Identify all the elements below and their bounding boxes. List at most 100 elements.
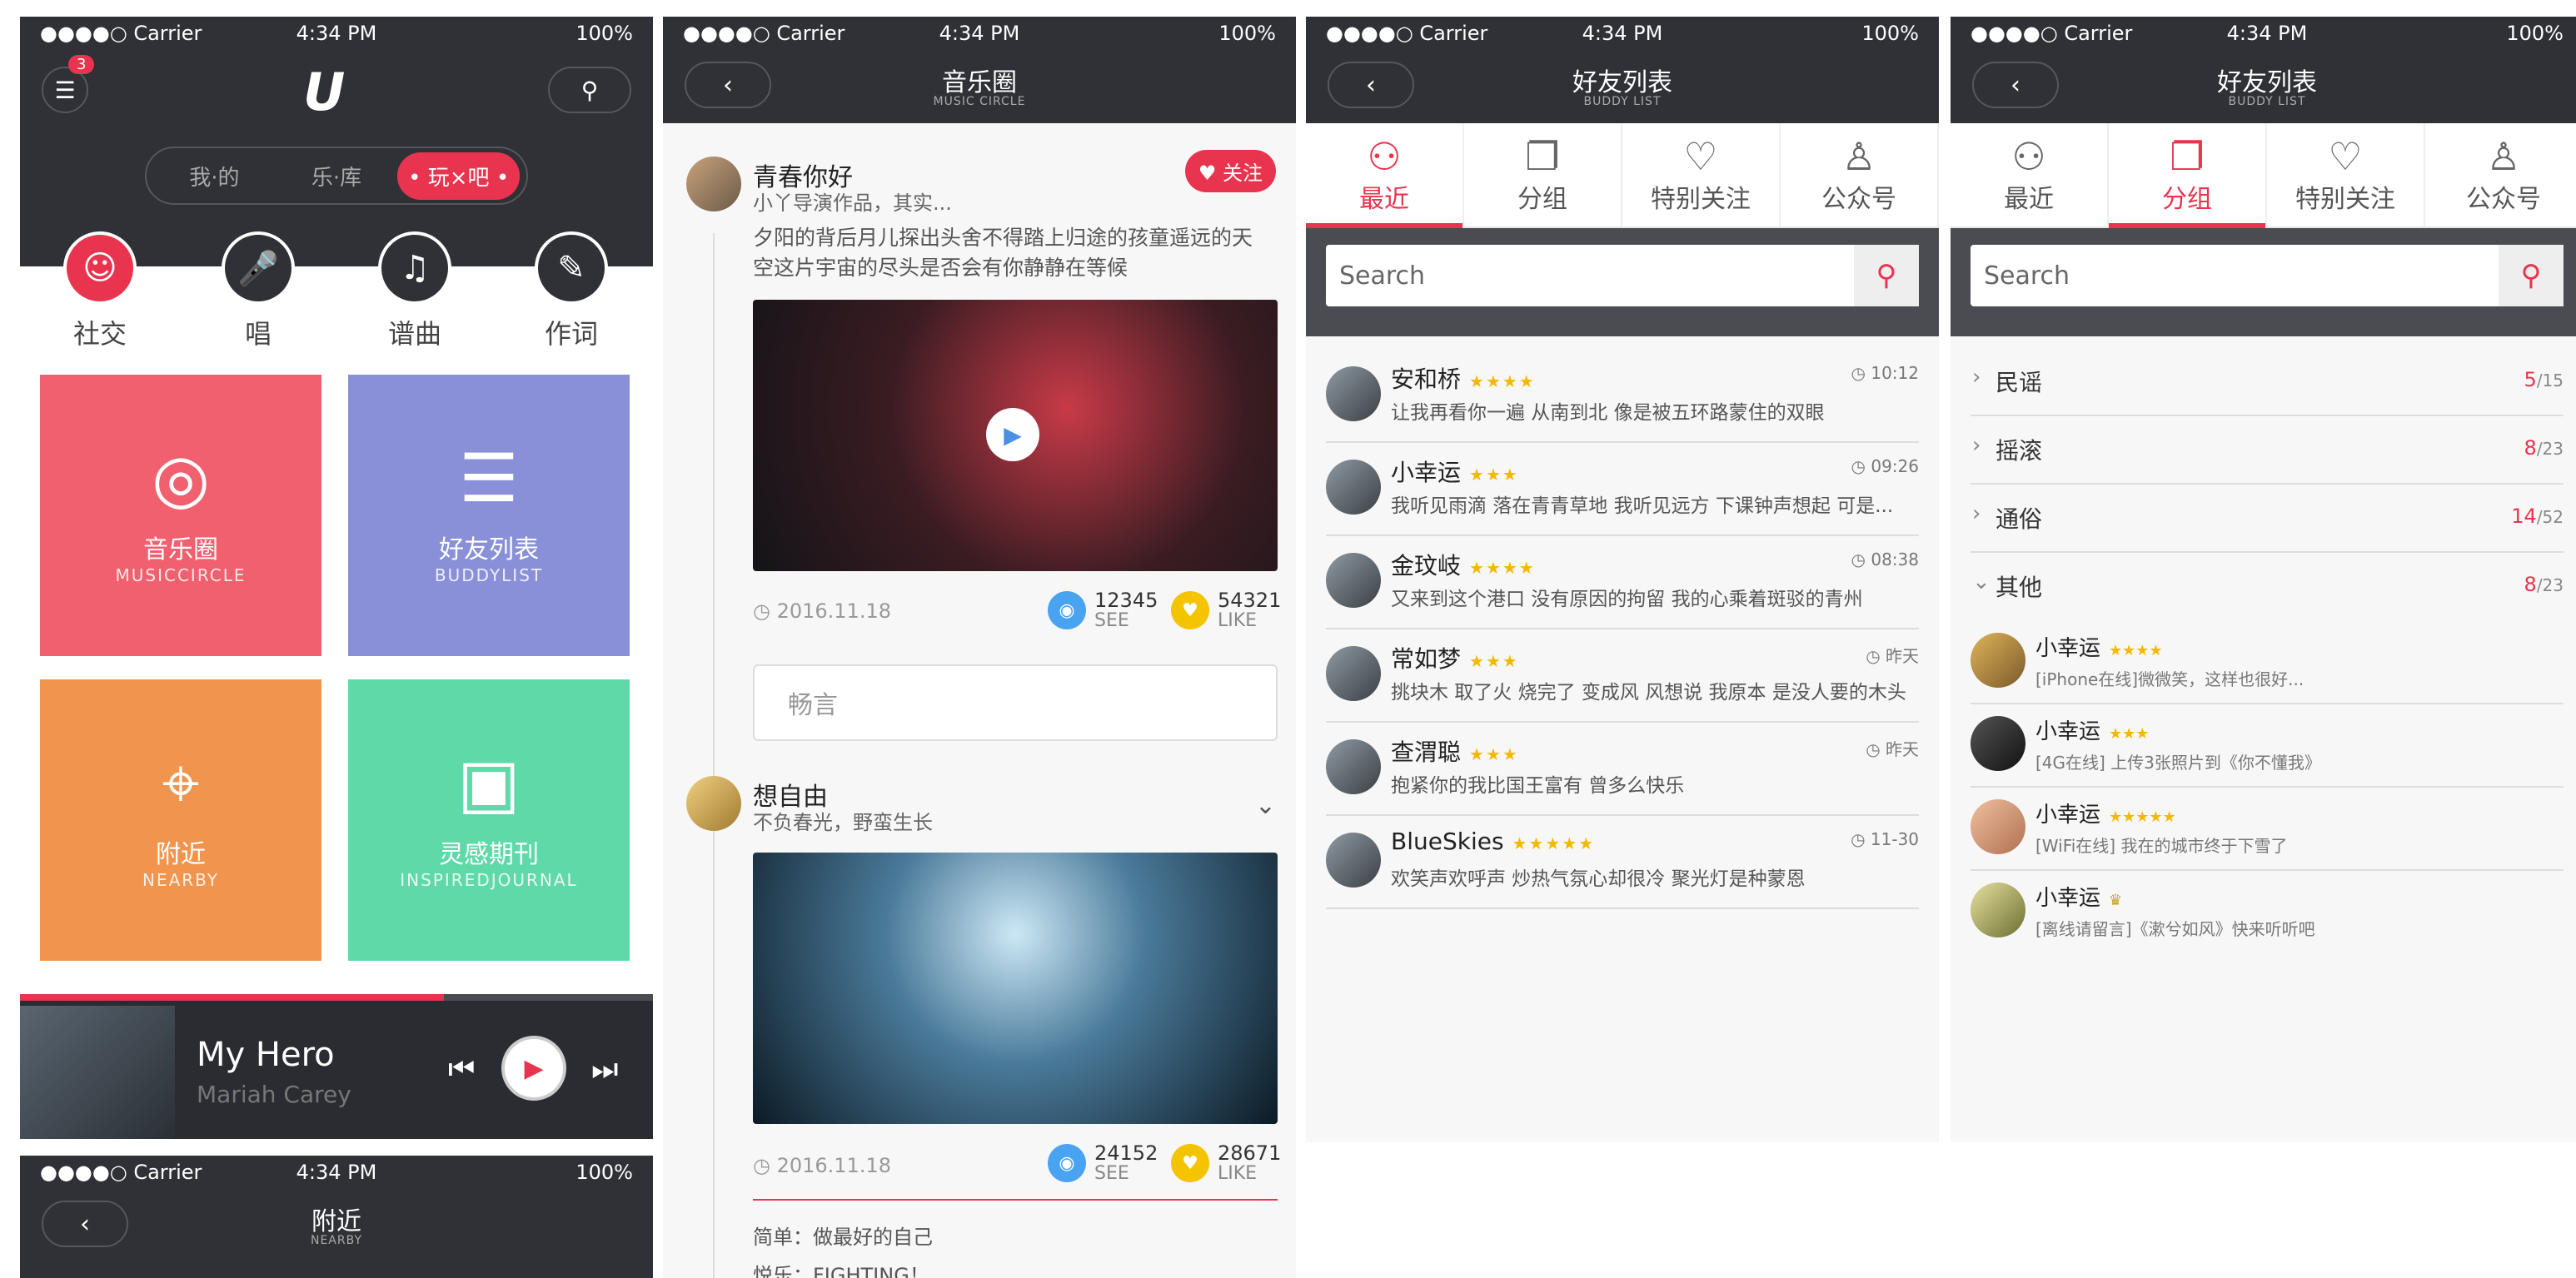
tab-official[interactable]: ♙ 公众号 (2425, 123, 2576, 226)
next-button[interactable]: ⏭ (591, 1052, 618, 1087)
chevron-down-icon[interactable]: ⌄ (1255, 791, 1276, 820)
search-submit-button[interactable]: ⚲ (1854, 245, 1919, 306)
piano-icon: ♫ (378, 231, 451, 305)
next-icon: ⏭ (591, 1052, 619, 1087)
status-bar: ●●●●○ Carrier 4:34 PM 100% (1306, 17, 1939, 50)
comment-input[interactable]: 畅言 (753, 664, 1278, 741)
tab-label: 分组 (2162, 185, 2212, 214)
category-lyrics[interactable]: ✎ 作词 (530, 231, 613, 351)
category-sing[interactable]: 🎤 唱 (217, 231, 300, 351)
category-compose[interactable]: ♫ 谱曲 (373, 231, 456, 351)
app-logo: U (303, 62, 346, 122)
divider (753, 1199, 1278, 1201)
contact-row[interactable]: 安和桥 ★★★★ 让我再看你一遍 从南到北 像是被五环路蒙住的双眼 ◷ 10:12 (1326, 350, 1919, 443)
like-number: 28671 (1218, 1141, 1282, 1165)
mini-player: My Hero Mariah Carey ⏮ ▶ ⏭ (20, 1001, 653, 1139)
member-status: [离线请留言]《漱兮如风》快来听听吧 (2035, 919, 2315, 939)
microphone-icon: 🎤 (222, 231, 295, 305)
post-photo[interactable]: ▶ (753, 300, 1278, 571)
member-row[interactable]: 小幸运 ★★★★ [iPhone在线]微微笑，这样也很好... (1971, 621, 2564, 704)
total-count: /52 (2536, 507, 2564, 527)
tab-groups[interactable]: ❐ 分组 (1464, 123, 1622, 226)
tile-inspired-journal[interactable]: ▣ 灵感期刊 INSPIREDJOURNAL (348, 679, 630, 961)
tab-official[interactable]: ♙ 公众号 (1781, 123, 1939, 226)
contact-message: 又来到这个港口 没有原因的拘留 我的心乘着斑驳的青州 (1391, 589, 1863, 610)
tab-recent[interactable]: ⚇ 最近 (1306, 123, 1464, 228)
like-count[interactable]: ♥ 28671 LIKE (1171, 1142, 1281, 1184)
previous-button[interactable]: ⏮ (448, 1052, 475, 1087)
contact-row[interactable]: 查渭聪 ★★★ 抱紧你的我比国王富有 曾多么快乐 ◷ 昨天 (1326, 723, 1919, 816)
contact-row[interactable]: 常如梦 ★★★ 挑块木 取了火 烧完了 变成风 风想说 我原本 是没人要的木头 ◷… (1326, 629, 1919, 723)
follow-button[interactable]: ♥ 关注 (1184, 150, 1276, 192)
page-title: 附近 (311, 1207, 361, 1236)
album-cover[interactable] (20, 1006, 175, 1139)
category-social[interactable]: ☺ 社交 (58, 231, 142, 351)
post-photo[interactable] (753, 853, 1278, 1124)
avatar[interactable] (686, 776, 741, 831)
tab-bar: ⚇ 最近 ❐ 分组 ♡ 特别关注 ♙ 公众号 (1951, 123, 2576, 228)
segment-mine[interactable]: 我·的 (153, 161, 276, 191)
see-label: SEE (1094, 1163, 1129, 1184)
page-title: 好友列表 (2217, 68, 2317, 97)
song-title: My Hero (197, 1036, 335, 1074)
layers-icon: ❐ (2170, 134, 2205, 179)
member-row[interactable]: 小幸运 ♛ [离线请留言]《漱兮如风》快来听听吧 (1971, 871, 2564, 954)
tab-label: 分组 (1517, 185, 1567, 214)
contact-name: BlueSkies (1391, 828, 1504, 855)
segment-play[interactable]: • 玩×吧 • (397, 152, 521, 200)
date-text: 2016.11.18 (776, 599, 891, 623)
member-row[interactable]: 小幸运 ★★★ [4G在线] 上传3张照片到《你不懂我》 (1971, 704, 2564, 788)
post-text: 夕阳的背后月儿探出头舍不得踏上归途的孩童遥远的天空这片宇宙的尽头是否会有你静静在… (753, 226, 1253, 280)
segment-library[interactable]: 乐·库 (276, 161, 398, 191)
video-play-button[interactable]: ▶ (986, 408, 1039, 461)
group-name: 摇滚 (1996, 437, 2043, 465)
tab-label: 公众号 (2466, 185, 2541, 214)
search-input[interactable]: Search ⚲ (1971, 245, 2564, 306)
tile-nearby[interactable]: ⌖ 附近 NEARBY (40, 679, 321, 961)
like-heart-icon: ♥ (1171, 591, 1209, 629)
tab-label: 特别关注 (2295, 185, 2395, 214)
category-label: 谱曲 (387, 318, 441, 350)
see-count[interactable]: ◉ 12345 SEE (1048, 589, 1158, 631)
contact-row[interactable]: BlueSkies ★★★★★ 欢笑声欢呼声 炒热气氛心却很冷 聚光灯是种蒙恩 ◷… (1326, 816, 1919, 909)
status-bar: ●●●●○ Carrier 4:34 PM 100% (20, 17, 653, 50)
tile-buddy-list[interactable]: ☰ 好友列表 BUDDYLIST (348, 375, 630, 656)
tab-groups[interactable]: ❐ 分组 (2109, 123, 2267, 228)
chevron-right-icon: › (1972, 433, 1981, 458)
tab-favorites[interactable]: ♡ 特别关注 (1622, 123, 1781, 226)
search-input[interactable]: Search ⚲ (1326, 245, 1919, 306)
member-row[interactable]: 小幸运 ★★★★★ [WiFi在线] 我在的城市终于下雪了 (1971, 788, 2564, 871)
contact-name: 金玟岐 (1391, 552, 1462, 579)
previous-icon: ⏮ (448, 1052, 476, 1087)
group-row[interactable]: › 民谣 5/15 (1971, 348, 2564, 416)
like-number: 54321 (1218, 589, 1282, 612)
member-status: [iPhone在线]微微笑，这样也很好... (2035, 669, 2304, 689)
avatar (1971, 799, 2025, 854)
play-button[interactable]: ▶ (501, 1036, 566, 1101)
avatar[interactable] (686, 157, 741, 211)
search-icon: ⚲ (2520, 259, 2542, 292)
member-name: 小幸运 (2035, 636, 2101, 661)
chevron-right-icon: › (1972, 365, 1981, 390)
tab-favorites[interactable]: ♡ 特别关注 (2267, 123, 2425, 226)
group-row-expanded[interactable]: ⌄ 其他 8/23 (1971, 553, 2564, 621)
avatar (1326, 739, 1381, 794)
nav-bar: ‹ 好友列表 BUDDY LIST (1951, 50, 2576, 123)
battery-label: 100% (2506, 22, 2564, 45)
group-count: 8/23 (2524, 436, 2564, 460)
search-button[interactable]: ⚲ (548, 67, 631, 113)
group-row[interactable]: › 摇滚 8/23 (1971, 416, 2564, 485)
search-bar: Search ⚲ (1306, 228, 1939, 336)
tab-recent[interactable]: ⚇ 最近 (1951, 123, 2109, 226)
group-row[interactable]: › 通俗 14/52 (1971, 485, 2564, 553)
like-label: LIKE (1218, 1163, 1258, 1184)
post-author-desc: 不负春光，野蛮生长 (753, 811, 933, 834)
nav-bar: ‹ 好友列表 BUDDY LIST (1306, 50, 1939, 123)
contact-row[interactable]: 小幸运 ★★★ 我听见雨滴 落在青青草地 我听见远方 下课钟声想起 可是... ◷… (1326, 443, 1919, 536)
contact-row[interactable]: 金玟岐 ★★★★ 又来到这个港口 没有原因的拘留 我的心乘着斑驳的青州 ◷ 08:… (1326, 536, 1919, 629)
like-count[interactable]: ♥ 54321 LIKE (1171, 589, 1281, 631)
search-submit-button[interactable]: ⚲ (2499, 245, 2564, 306)
tile-music-circle[interactable]: ◎ 音乐圈 MUSICCIRCLE (40, 375, 321, 656)
see-count[interactable]: ◉ 24152 SEE (1048, 1142, 1158, 1184)
avatar (1971, 633, 2025, 688)
